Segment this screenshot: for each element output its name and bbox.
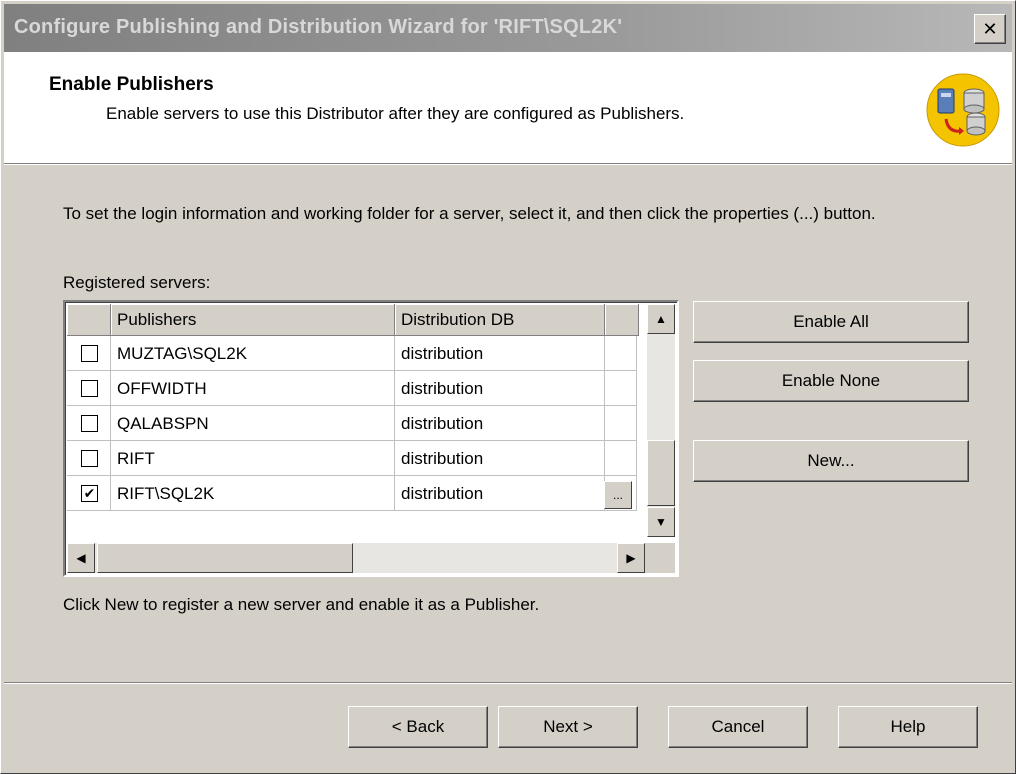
scroll-right-button[interactable]: ▶ — [617, 543, 645, 573]
publisher-cell: MUZTAG\SQL2K — [111, 336, 395, 371]
new-server-button[interactable]: New... — [693, 440, 969, 482]
select-column-header[interactable] — [67, 304, 111, 336]
close-button[interactable]: ✕ — [974, 14, 1006, 44]
publisher-cell: RIFT\SQL2K — [111, 476, 395, 511]
publishers-column-header[interactable]: Publishers — [111, 304, 395, 336]
footer-divider — [4, 682, 1012, 684]
cancel-button[interactable]: Cancel — [668, 706, 808, 748]
distribution-db-cell: distribution — [395, 406, 605, 441]
next-button[interactable]: Next > — [498, 706, 638, 748]
page-title: Enable Publishers — [49, 74, 214, 95]
window-title: Configure Publishing and Distribution Wi… — [14, 16, 623, 38]
arrow-right-icon: ▶ — [626, 551, 636, 565]
column-header-filler — [605, 304, 639, 336]
arrow-up-icon: ▲ — [655, 312, 667, 326]
enable-checkbox-checked[interactable]: ✔ — [81, 485, 98, 502]
distribution-db-cell: distribution — [395, 476, 605, 511]
enable-checkbox[interactable] — [81, 345, 98, 362]
distribution-db-cell: distribution — [395, 336, 605, 371]
vertical-scroll-thumb[interactable] — [647, 440, 675, 506]
header-divider — [4, 163, 1012, 165]
registered-servers-label: Registered servers: — [63, 273, 211, 292]
arrow-down-icon: ▼ — [655, 515, 667, 529]
enable-checkbox[interactable] — [81, 450, 98, 467]
wizard-header: Enable Publishers Enable servers to use … — [4, 52, 1012, 163]
page-subtitle: Enable servers to use this Distributor a… — [106, 104, 685, 123]
scrollbar-corner — [645, 543, 675, 573]
title-bar[interactable]: Configure Publishing and Distribution Wi… — [4, 4, 1012, 52]
scroll-up-button[interactable]: ▲ — [647, 304, 675, 334]
vertical-scrollbar[interactable]: ▲ ▼ — [647, 304, 675, 537]
enable-checkbox[interactable] — [81, 415, 98, 432]
help-button[interactable]: Help — [838, 706, 978, 748]
servers-replication-icon — [926, 73, 1000, 147]
instructions-text: To set the login information and working… — [63, 204, 876, 223]
horizontal-scrollbar[interactable]: ◀ ▶ — [67, 543, 645, 573]
back-button[interactable]: < Back — [348, 706, 488, 748]
enable-checkbox[interactable] — [81, 380, 98, 397]
table-row[interactable]: RIFT distribution — [67, 441, 637, 476]
table-row-selected[interactable]: ✔ RIFT\SQL2K distribution ... — [67, 476, 637, 511]
distribution-db-column-header[interactable]: Distribution DB — [395, 304, 605, 336]
scroll-left-button[interactable]: ◀ — [67, 543, 95, 573]
close-icon: ✕ — [982, 19, 998, 39]
distribution-db-cell: distribution — [395, 371, 605, 406]
publishers-grid[interactable]: Publishers Distribution DB MUZTAG\SQL2K … — [63, 300, 679, 577]
wizard-window: Configure Publishing and Distribution Wi… — [0, 0, 1016, 774]
horizontal-scroll-thumb[interactable] — [97, 543, 353, 573]
enable-all-button[interactable]: Enable All — [693, 301, 969, 343]
publisher-cell: QALABSPN — [111, 406, 395, 441]
properties-button[interactable]: ... — [604, 481, 632, 509]
table-row[interactable]: OFFWIDTH distribution — [67, 371, 637, 406]
publisher-cell: OFFWIDTH — [111, 371, 395, 406]
footer-note: Click New to register a new server and e… — [63, 595, 540, 614]
enable-none-button[interactable]: Enable None — [693, 360, 969, 402]
arrow-left-icon: ◀ — [76, 551, 86, 565]
table-row[interactable]: MUZTAG\SQL2K distribution — [67, 336, 637, 371]
table-row[interactable]: QALABSPN distribution — [67, 406, 637, 441]
distribution-db-cell: distribution — [395, 441, 605, 476]
publisher-cell: RIFT — [111, 441, 395, 476]
scroll-down-button[interactable]: ▼ — [647, 507, 675, 537]
